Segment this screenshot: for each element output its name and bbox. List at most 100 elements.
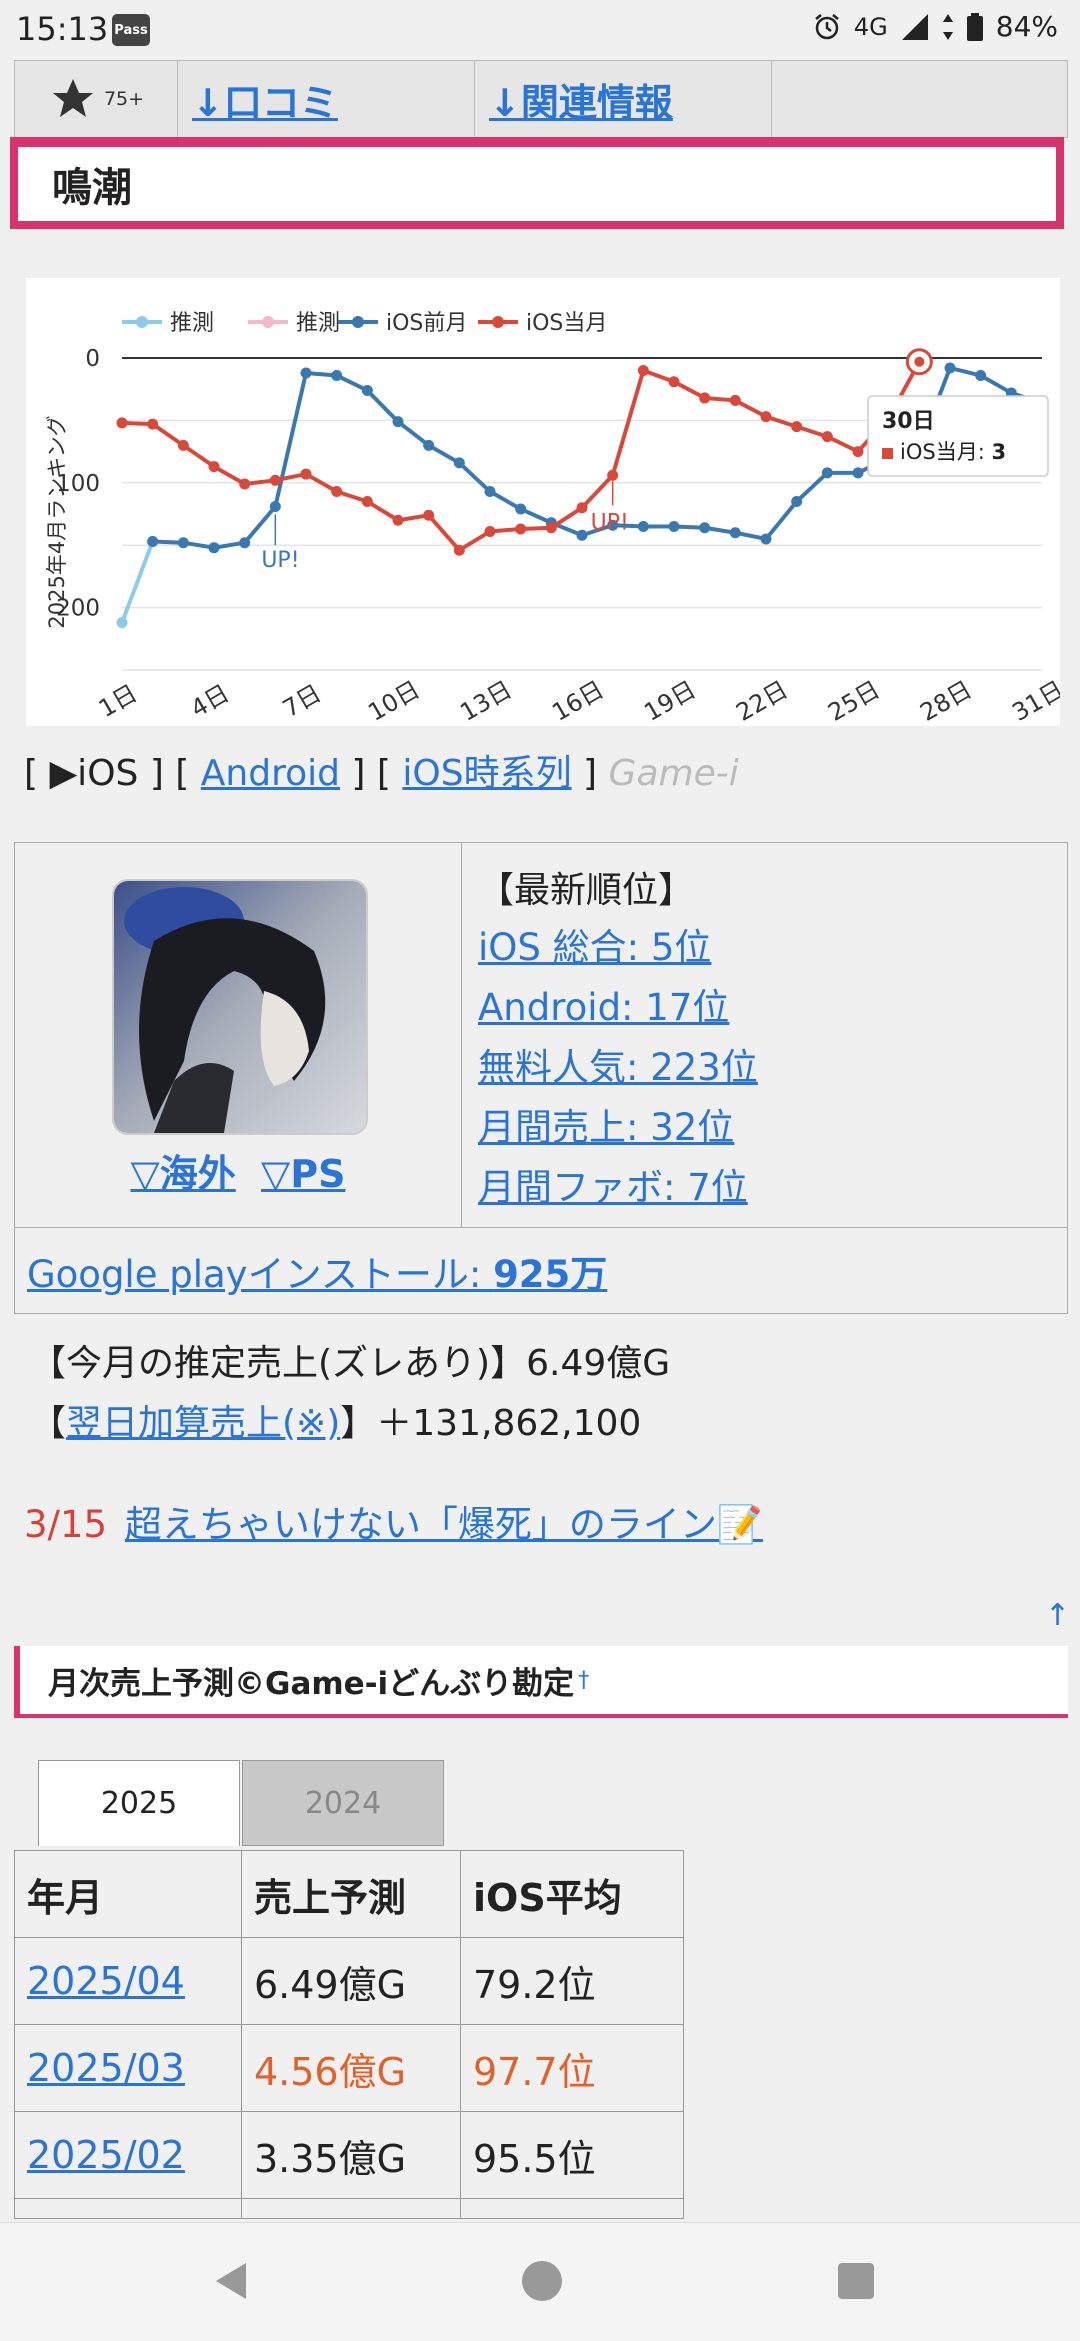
brand-label: Game-i bbox=[608, 753, 739, 794]
data-point bbox=[453, 457, 465, 469]
rank-android[interactable]: Android: 17位 bbox=[478, 977, 729, 1031]
battery-icon bbox=[966, 12, 983, 41]
sales-cell: 6.49億G bbox=[241, 1937, 461, 2025]
data-point bbox=[607, 469, 619, 481]
ios-avg-cell: 79.2位 bbox=[460, 1937, 684, 2025]
ios-avg-cell: 97.7位 bbox=[460, 2024, 684, 2112]
month-link[interactable]: 2025/03 bbox=[27, 2046, 185, 2090]
data-point bbox=[423, 509, 435, 521]
data-point bbox=[147, 535, 159, 547]
legend-label: iOS前月 bbox=[386, 311, 467, 336]
x-tick-label: 22日 bbox=[731, 675, 792, 726]
next-day-sales-link[interactable]: 翌日加算売上(※) bbox=[66, 1403, 340, 1444]
data-point bbox=[269, 474, 281, 486]
rank-monthly-fav[interactable]: 月間ファボ: 7位 bbox=[478, 1157, 748, 1211]
platform-ios[interactable]: ▶iOS bbox=[50, 753, 139, 794]
legend-label: iOS当月 bbox=[526, 311, 607, 336]
series-line bbox=[121, 360, 922, 553]
y-tick-label: 0 bbox=[85, 346, 100, 372]
next-day-open: 【 bbox=[30, 1403, 67, 1444]
ranking-chart-svg: 01002002025年4月ランキング1日 4日 7日 10日 13日 16日 19日 22日… bbox=[45, 311, 1069, 727]
rank-monthly-sales[interactable]: 月間売上: 32位 bbox=[478, 1097, 734, 1151]
back-icon[interactable] bbox=[210, 2259, 254, 2303]
install-link[interactable]: Google playインストール: 925万 bbox=[27, 1244, 607, 1298]
pass-icon: Pass bbox=[112, 14, 150, 46]
data-point bbox=[944, 362, 956, 374]
y-axis-label: 2025年4月ランキング bbox=[45, 415, 69, 628]
data-point bbox=[821, 467, 833, 479]
x-tick-label: 13日 bbox=[455, 675, 516, 726]
x-tick-label: 10日 bbox=[363, 675, 424, 726]
monthly-forecast-header: 月次売上予測©Game-iどんぶり勘定 † bbox=[14, 1646, 1068, 1718]
next-day-value: 】＋131,862,100 bbox=[340, 1403, 642, 1444]
monthly-dagger-link[interactable]: † bbox=[578, 1668, 589, 1693]
data-point bbox=[699, 522, 711, 534]
platform-sep2: ] [ bbox=[339, 753, 403, 794]
rating-badge[interactable]: 75+ bbox=[15, 61, 178, 137]
home-icon[interactable] bbox=[520, 2259, 564, 2303]
platform-links: [ ▶iOS ] [ Android ] [ iOS時系列 ] Game-i bbox=[24, 744, 739, 796]
table-row: 2025/03 4.56億G 97.7位 bbox=[14, 2024, 684, 2112]
tab-2024[interactable]: 2024 bbox=[242, 1760, 444, 1846]
platform-sep: ] [ bbox=[138, 753, 201, 794]
star-icon bbox=[52, 79, 93, 117]
region-links: ▽海外 ▽PS bbox=[15, 1143, 461, 1198]
data-point bbox=[392, 416, 404, 428]
game-title-header: 鳴潮 bbox=[10, 137, 1064, 229]
annotation-up: UP! bbox=[261, 548, 299, 573]
legend-label: 推測 bbox=[296, 311, 340, 336]
data-point bbox=[852, 467, 864, 479]
data-point bbox=[177, 537, 189, 549]
platform-timeseries-link[interactable]: iOS時系列 bbox=[402, 753, 571, 794]
legend-marker bbox=[352, 316, 364, 328]
platform-android-link[interactable]: Android bbox=[201, 753, 340, 794]
x-tick-label: 4日 bbox=[186, 679, 234, 723]
rank-free[interactable]: 無料人気: 223位 bbox=[478, 1037, 758, 1091]
system-nav-bar bbox=[0, 2222, 1080, 2341]
recents-icon[interactable] bbox=[836, 2261, 876, 2301]
back-to-top-link[interactable]: ↑ bbox=[1045, 1598, 1070, 1633]
overseas-link[interactable]: ▽海外 bbox=[131, 1152, 236, 1196]
month-link[interactable]: 2025/04 bbox=[27, 1959, 185, 2003]
month-link[interactable]: 2025/02 bbox=[27, 2133, 185, 2177]
data-point bbox=[116, 617, 128, 629]
data-point bbox=[515, 523, 527, 535]
game-title: 鳴潮 bbox=[52, 165, 132, 211]
status-icons: 4G 84% bbox=[812, 10, 1058, 43]
data-point bbox=[300, 367, 312, 379]
series-line bbox=[120, 540, 155, 624]
data-point bbox=[791, 496, 803, 508]
data-point bbox=[484, 486, 496, 498]
x-tick-label: 1日 bbox=[94, 679, 142, 723]
data-point bbox=[852, 446, 864, 458]
data-point bbox=[791, 421, 803, 433]
data-point bbox=[116, 417, 128, 429]
table-row: 2025/02 3.35億G 95.5位 bbox=[14, 2111, 684, 2199]
rank-ios[interactable]: iOS 総合: 5位 bbox=[478, 917, 711, 971]
data-point bbox=[331, 369, 343, 381]
status-bar: 15:13 Pass 4G 84% bbox=[0, 0, 1080, 60]
battery-percent: 84% bbox=[995, 10, 1058, 43]
platform-bracket-open: [ bbox=[24, 753, 50, 794]
data-point bbox=[361, 384, 373, 396]
tab-2025[interactable]: 2025 bbox=[38, 1760, 240, 1846]
x-tick-label: 25日 bbox=[823, 675, 884, 726]
news-date: 3/15 bbox=[24, 1503, 108, 1546]
app-icon[interactable] bbox=[112, 879, 368, 1135]
annotation-up: UP! bbox=[591, 510, 629, 535]
sales-cell: 3.35億G bbox=[241, 2111, 461, 2199]
data-point bbox=[576, 529, 588, 541]
ranking-chart: 0 100 200 2025年4月ランキング 1日 4日 7日 10日 13日 16日 19日 22日… bbox=[26, 278, 1069, 727]
data-point bbox=[453, 544, 465, 556]
related-info-link[interactable]: ↓関連情報 bbox=[489, 72, 673, 127]
next-day-sales: 【翌日加算売上(※)】＋131,862,100 bbox=[30, 1394, 641, 1446]
data-point bbox=[239, 537, 251, 549]
ps-link[interactable]: ▽PS bbox=[261, 1152, 345, 1196]
data-point bbox=[729, 394, 741, 406]
data-point bbox=[177, 439, 189, 451]
platform-bracket-close: ] bbox=[571, 753, 609, 794]
legend-marker bbox=[136, 316, 148, 328]
reviews-link[interactable]: ↓口コミ bbox=[192, 72, 338, 127]
news-link[interactable]: 超えちゃいけない「爆死」のライン📝 bbox=[125, 1503, 763, 1546]
x-tick-label: 31日 bbox=[1007, 675, 1060, 726]
